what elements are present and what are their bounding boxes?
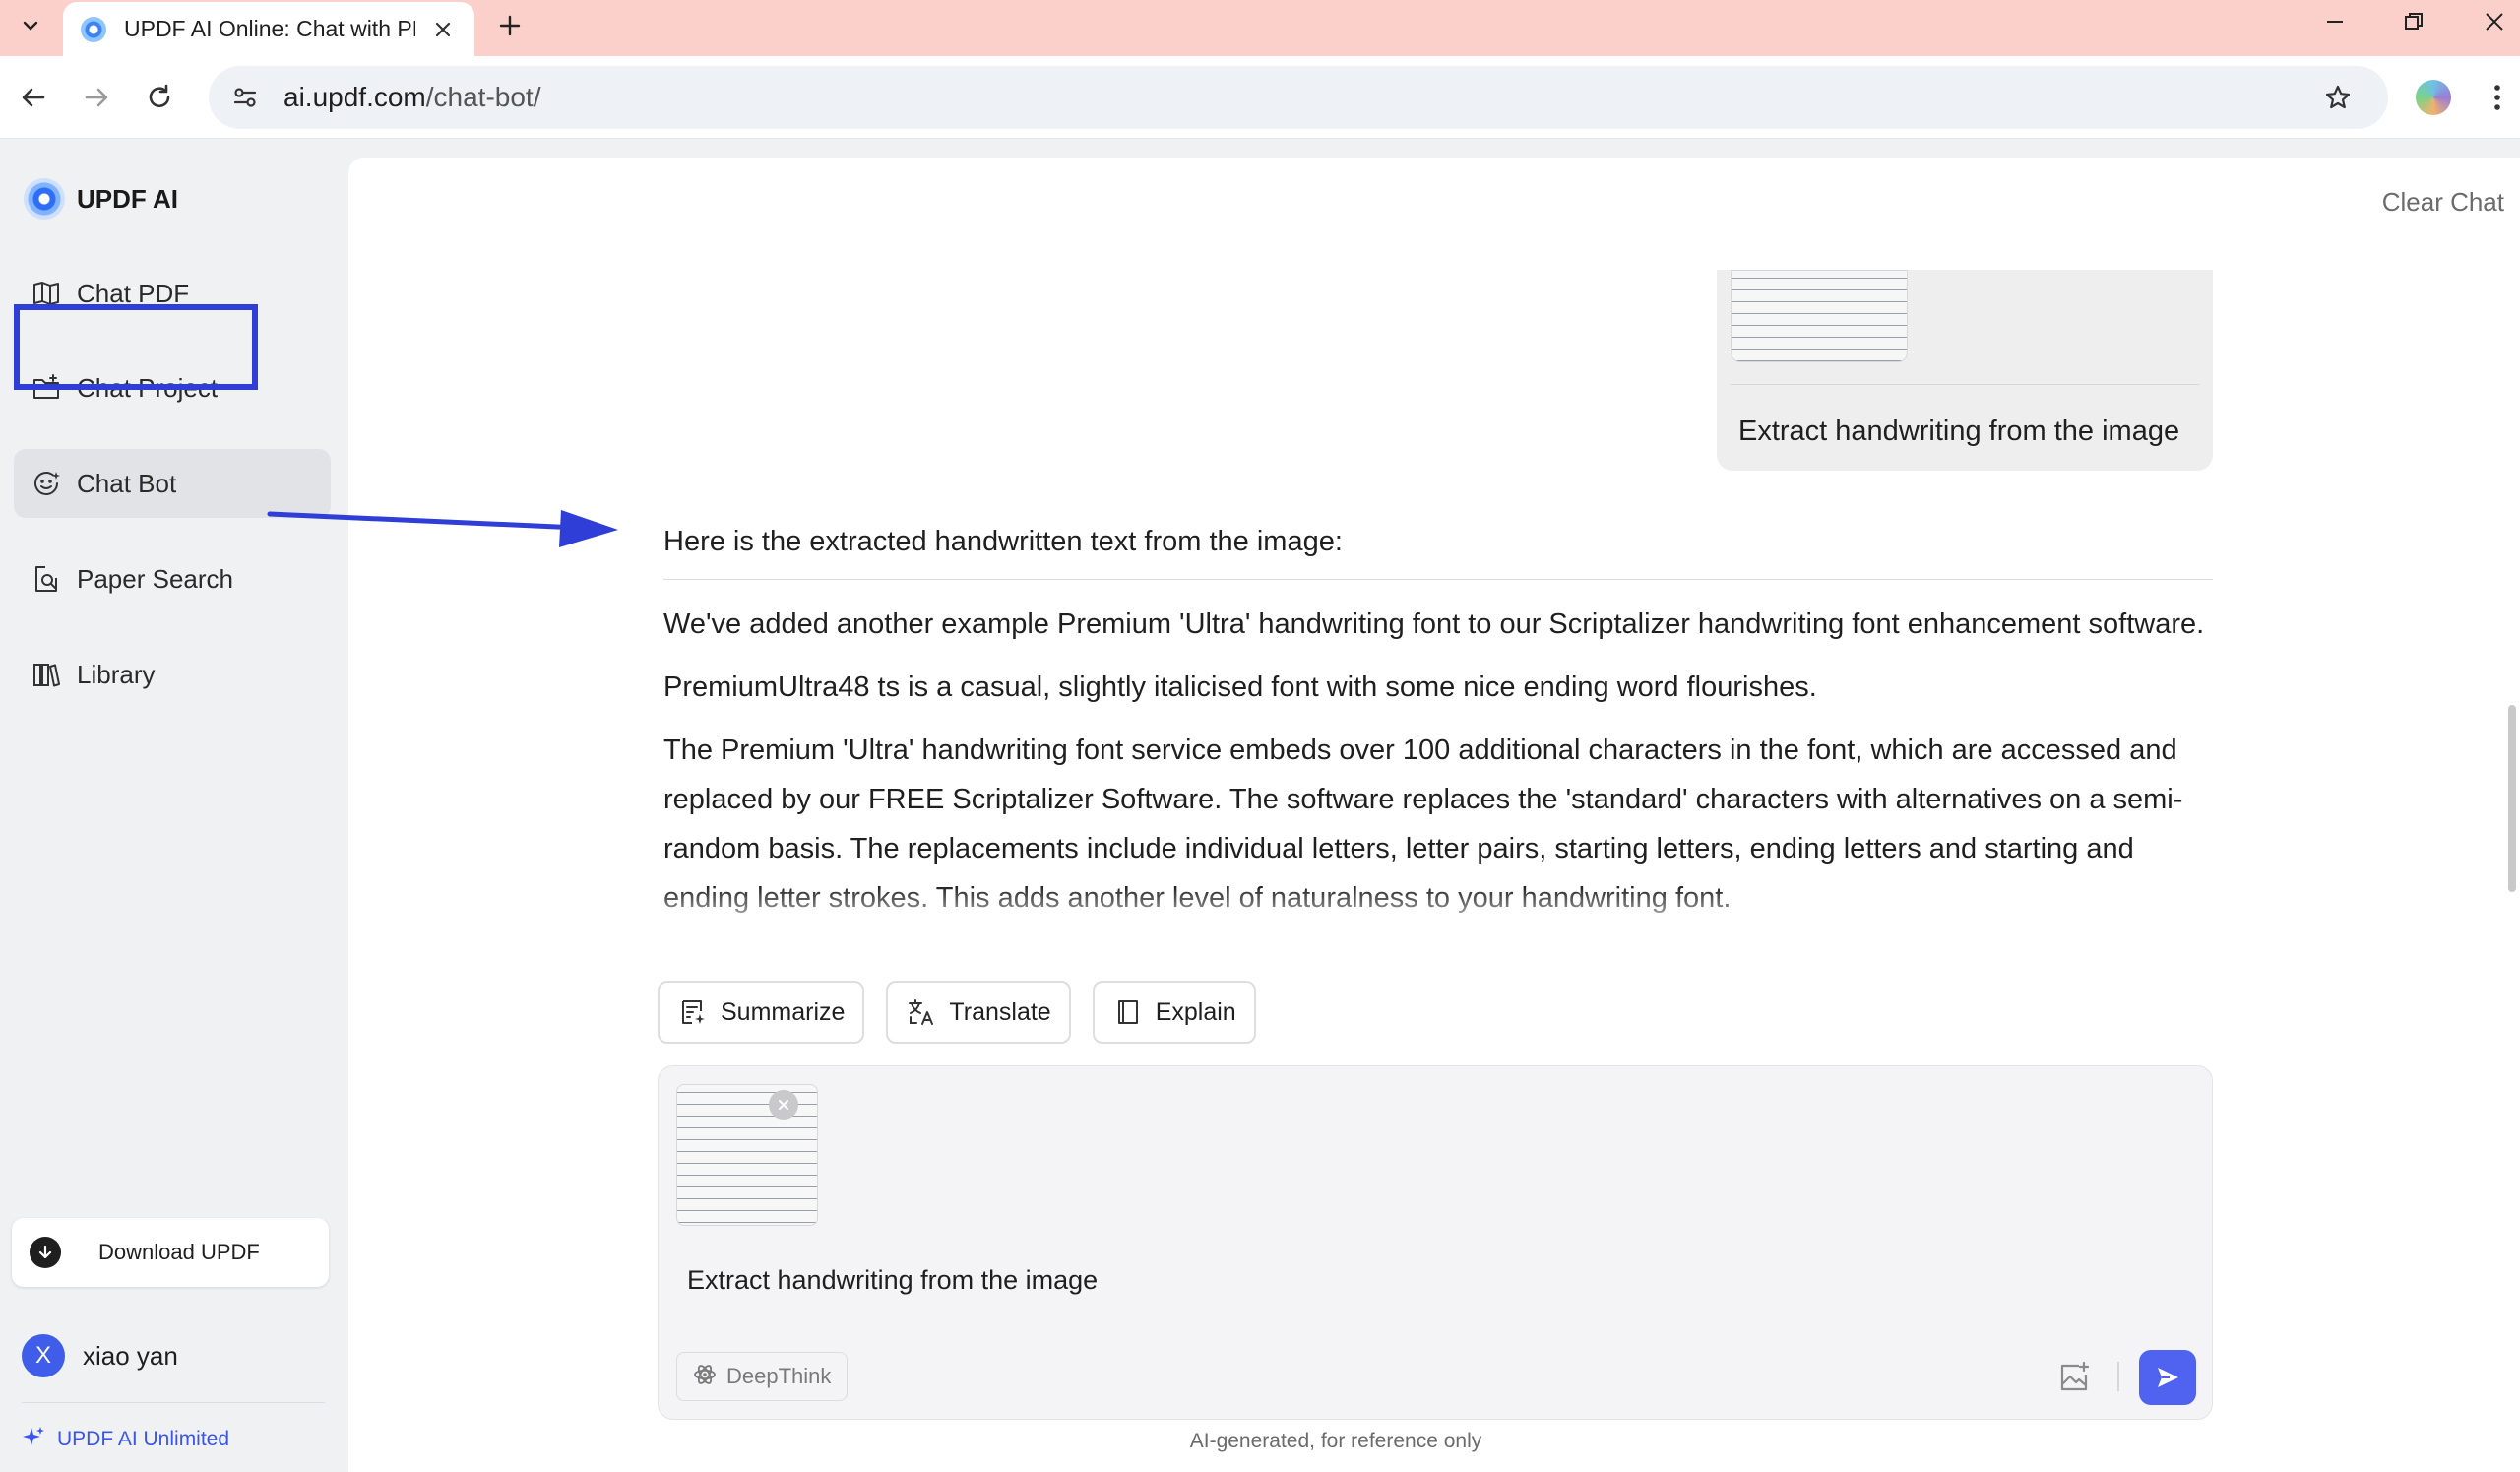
explain-button[interactable]: Explain	[1092, 981, 1256, 1044]
sidebar-item-label: Chat PDF	[77, 278, 190, 308]
translate-button[interactable]: Translate	[886, 981, 1071, 1044]
reply-divider	[663, 579, 2213, 580]
browser-menu-dots-icon[interactable]	[2483, 76, 2512, 119]
deepthink-toggle[interactable]: DeepThink	[676, 1352, 849, 1401]
url-host: ai.updf.com	[284, 82, 426, 112]
site-info-tune-icon[interactable]	[222, 75, 268, 120]
back-arrow-icon[interactable]	[10, 74, 57, 121]
translate-icon	[906, 996, 937, 1028]
download-arrow-icon	[30, 1237, 61, 1268]
send-button[interactable]	[2139, 1350, 2196, 1405]
reply-fade-overlay	[663, 886, 2213, 935]
ai-disclaimer-text: AI-generated, for reference only	[1189, 1430, 1482, 1452]
sidebar-item-label: Paper Search	[77, 563, 233, 594]
user-name: xiao yan	[83, 1340, 178, 1371]
explain-label: Explain	[1155, 997, 1236, 1026]
browser-tab-active[interactable]: UPDF AI Online: Chat with PDF	[63, 2, 474, 56]
new-tab-plus-icon[interactable]	[490, 6, 530, 45]
image-upload-icon[interactable]	[2052, 1356, 2096, 1399]
tab-search-chevron-icon[interactable]	[8, 6, 53, 45]
attached-image-thumbnail[interactable]	[1731, 270, 1908, 362]
reply-paragraph: PremiumUltra48 ts is a casual, slightly …	[663, 672, 1817, 703]
address-bar[interactable]: ai.updf.com/chat-bot/	[209, 66, 2388, 129]
profile-avatar[interactable]	[2416, 80, 2451, 115]
avatar: X	[22, 1334, 65, 1377]
sidebar-divider	[22, 1402, 325, 1403]
browser-toolbar: ai.updf.com/chat-bot/	[0, 56, 2520, 139]
sidebar-item-label: Chat Bot	[77, 468, 177, 498]
translate-label: Translate	[949, 997, 1051, 1026]
bookmark-star-icon[interactable]	[2315, 75, 2361, 120]
chat-scrollbar[interactable]	[2508, 705, 2516, 892]
search-doc-icon	[30, 562, 63, 596]
summarize-icon	[677, 996, 709, 1028]
browser-tab-bar: UPDF AI Online: Chat with PDF	[0, 0, 2520, 56]
composer-separator	[2117, 1362, 2119, 1391]
message-input[interactable]: Extract handwriting from the image	[687, 1265, 1098, 1296]
close-window-icon[interactable]	[2455, 0, 2520, 43]
assistant-reply: Here is the extracted handwritten text f…	[663, 522, 2213, 935]
sparkle-icon	[22, 1425, 45, 1453]
sidebar-item-paper-search[interactable]: Paper Search	[14, 544, 331, 613]
brand-name: UPDF AI	[77, 183, 179, 214]
sidebar-item-label: Library	[77, 659, 156, 689]
ai-disclaimer: AI-generated, for reference only	[348, 1430, 2520, 1453]
minimize-window-icon[interactable]	[2296, 0, 2374, 43]
reload-icon[interactable]	[136, 74, 183, 121]
sidebar-item-chat-pdf[interactable]: Chat PDF	[14, 259, 331, 328]
user-profile[interactable]: X xiao yan	[22, 1334, 178, 1377]
message-composer[interactable]: Extract handwriting from the image DeepT…	[658, 1065, 2213, 1420]
annotation-arrow	[267, 510, 618, 547]
user-message-text: Extract handwriting from the image	[1738, 416, 2180, 447]
folder-plus-icon	[30, 371, 63, 405]
deepthink-label: DeepThink	[726, 1364, 832, 1388]
url-text: ai.updf.com/chat-bot/	[284, 82, 540, 113]
download-updf-button[interactable]: Download UPDF	[12, 1218, 329, 1287]
brand[interactable]: UPDF AI	[24, 178, 178, 220]
sidebar-item-label: Chat Project	[77, 372, 219, 403]
atom-icon	[693, 1363, 717, 1391]
updf-ai-unlimited-link[interactable]: UPDF AI Unlimited	[22, 1425, 229, 1453]
bot-icon	[30, 467, 63, 500]
download-updf-label: Download UPDF	[98, 1240, 260, 1264]
updf-favicon-icon	[81, 16, 106, 42]
tab-close-icon[interactable]	[429, 16, 457, 43]
restore-window-icon[interactable]	[2374, 0, 2453, 43]
plan-label: UPDF AI Unlimited	[57, 1427, 230, 1450]
quick-actions: Summarize Translate Explain	[658, 981, 1278, 1044]
chat-main: Clear Chat Extract handwriting from the …	[348, 158, 2520, 1472]
send-arrow-icon	[2158, 1368, 2178, 1387]
reply-intro: Here is the extracted handwritten text f…	[663, 526, 1343, 557]
user-message-bubble: Extract handwriting from the image	[1717, 270, 2213, 471]
sidebar-item-chat-project[interactable]: Chat Project	[14, 353, 331, 422]
summarize-button[interactable]: Summarize	[658, 981, 865, 1044]
library-icon	[30, 658, 63, 691]
tab-title: UPDF AI Online: Chat with PDF	[124, 16, 416, 41]
reply-paragraph: We've added another example Premium 'Ult…	[663, 608, 2205, 640]
book-icon	[1112, 996, 1144, 1028]
updf-logo-icon	[24, 178, 65, 220]
sidebar-item-library[interactable]: Library	[14, 640, 331, 709]
remove-attachment-close-icon[interactable]	[769, 1090, 798, 1120]
summarize-label: Summarize	[721, 997, 846, 1026]
message-divider	[1731, 384, 2199, 385]
sidebar: UPDF AI Chat PDF Chat Project Chat Bot P…	[0, 139, 348, 1472]
forward-arrow-icon[interactable]	[73, 74, 120, 121]
clear-chat-button[interactable]: Clear Chat	[2382, 187, 2504, 218]
url-path: /chat-bot/	[425, 82, 541, 112]
book-open-icon	[30, 277, 63, 310]
